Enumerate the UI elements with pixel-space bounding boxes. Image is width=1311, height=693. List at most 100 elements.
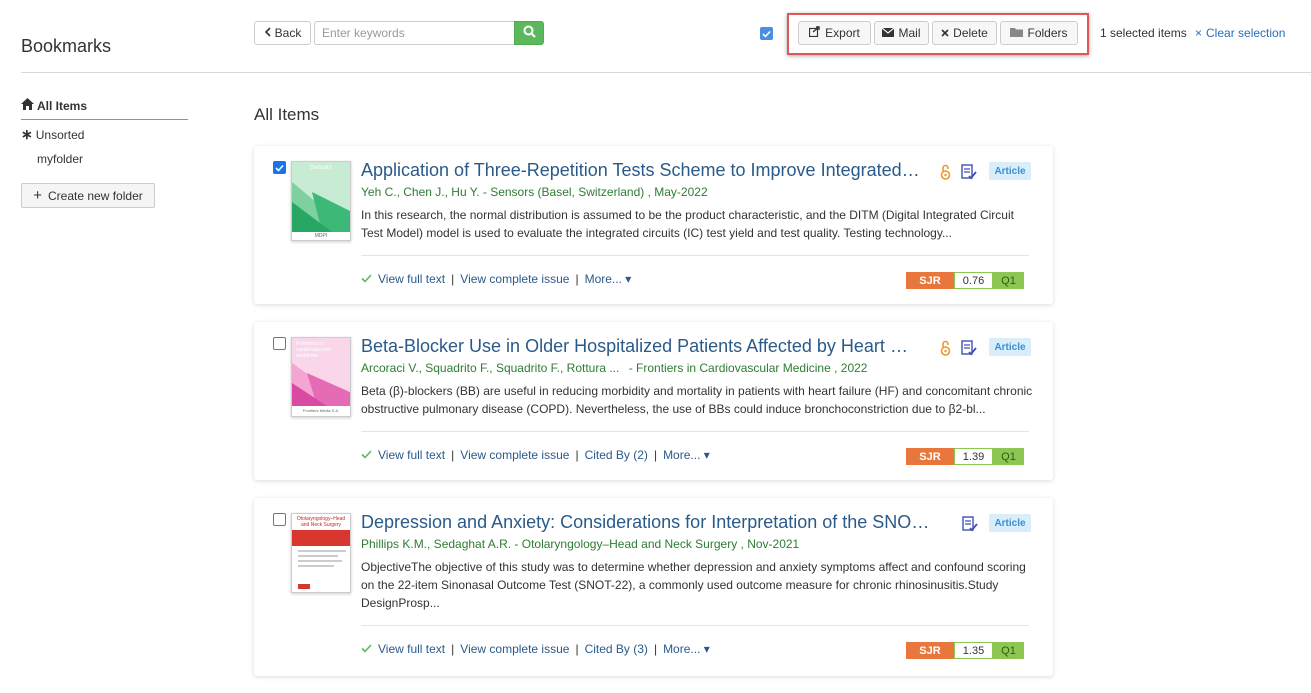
search-icon: [523, 25, 536, 41]
page-title: Bookmarks: [21, 36, 112, 56]
search-button[interactable]: [514, 21, 544, 45]
article-title[interactable]: Application of Three-Repetition Tests Sc…: [361, 160, 921, 181]
article-type-badge: Article: [989, 514, 1031, 532]
clear-selection-label: Clear selection: [1206, 26, 1286, 40]
view-full-text-link[interactable]: View full text: [378, 272, 445, 286]
view-complete-issue-link[interactable]: View complete issue: [460, 642, 569, 656]
separator: |: [575, 642, 579, 656]
mail-label: Mail: [898, 26, 921, 40]
close-icon: [941, 26, 949, 40]
article-checkbox[interactable]: [273, 513, 286, 526]
create-folder-button[interactable]: + Create new folder: [21, 183, 155, 208]
annotate-icon[interactable]: [961, 164, 977, 183]
create-folder-label: Create new folder: [48, 188, 143, 203]
sjr-metric: SJR 0.76 Q1: [906, 272, 1024, 289]
sjr-label: SJR: [906, 448, 954, 465]
quartile: Q1: [993, 448, 1024, 465]
export-label: Export: [825, 26, 860, 40]
journal-cover[interactable]: Otolaryngology–Head and Neck Surgery: [291, 513, 351, 593]
article-card: Sensors MDPI Application of Three-Repeti…: [254, 146, 1053, 304]
export-button[interactable]: Export: [798, 21, 871, 45]
article-journal: - Frontiers in Cardiovascular Medicine ,…: [628, 361, 868, 375]
clear-selection-link[interactable]: × Clear selection: [1195, 26, 1285, 40]
cited-by-link[interactable]: Cited By (3): [585, 642, 648, 656]
view-full-text-link[interactable]: View full text: [378, 448, 445, 462]
more-dropdown[interactable]: More... ▾: [663, 448, 710, 462]
sidebar-item-label: myfolder: [37, 152, 84, 166]
journal-cover[interactable]: Sensors MDPI: [291, 161, 351, 241]
folders-button[interactable]: Folders: [1000, 21, 1078, 45]
header-divider: [21, 72, 1311, 73]
chevron-left-icon: [264, 26, 271, 40]
annotate-icon[interactable]: [962, 516, 978, 535]
cover-title: Sensors: [309, 165, 332, 171]
select-all-checkbox[interactable]: [760, 27, 773, 40]
section-title: All Items: [254, 105, 320, 124]
sjr-metric: SJR 1.39 Q1: [906, 448, 1024, 465]
separator: |: [653, 448, 658, 462]
article-authors: Phillips K.M., Sedaghat A.R. - Otolaryng…: [361, 537, 800, 551]
separator: |: [451, 272, 455, 286]
folders-label: Folders: [1027, 26, 1068, 40]
sidebar-item-unsorted[interactable]: ∗ Unsorted: [21, 126, 84, 143]
sjr-value: 1.35: [954, 642, 993, 659]
plus-icon: +: [33, 187, 43, 204]
sjr-label: SJR: [906, 272, 954, 289]
separator: |: [575, 272, 579, 286]
delete-button[interactable]: Delete: [932, 21, 997, 45]
open-access-icon: [940, 340, 951, 359]
view-complete-issue-link[interactable]: View complete issue: [460, 448, 569, 462]
cover-title: Frontiers in cardiovascular medicine: [296, 341, 332, 359]
share-icon: [809, 26, 821, 40]
check-icon: [361, 448, 372, 462]
article-type-badge: Article: [989, 338, 1031, 356]
more-dropdown[interactable]: More... ▾: [663, 642, 710, 656]
more-dropdown[interactable]: More... ▾: [585, 272, 632, 286]
cited-by-link[interactable]: Cited By (2): [585, 448, 648, 462]
check-icon: [361, 642, 372, 656]
mail-button[interactable]: Mail: [874, 21, 929, 45]
article-abstract: In this research, the normal distributio…: [361, 208, 1014, 240]
article-type-badge: Article: [989, 162, 1031, 180]
view-complete-issue-link[interactable]: View complete issue: [460, 272, 569, 286]
article-checkbox[interactable]: [273, 337, 286, 350]
home-icon: [21, 98, 34, 113]
article-card: Otolaryngology–Head and Neck Surgery Dep…: [254, 498, 1053, 676]
sidebar-item-myfolder[interactable]: myfolder: [37, 152, 83, 166]
back-button[interactable]: Back: [254, 21, 311, 45]
article-checkbox[interactable]: [273, 161, 286, 174]
separator: |: [653, 642, 658, 656]
article-authors: Arcoraci V., Squadrito F., Squadrito F.,…: [361, 361, 620, 375]
sidebar-item-all-items[interactable]: All Items: [21, 98, 188, 120]
delete-label: Delete: [953, 26, 988, 40]
quartile: Q1: [993, 272, 1024, 289]
journal-cover[interactable]: Frontiers in cardiovascular medicine Fro…: [291, 337, 351, 417]
article-title[interactable]: Beta-Blocker Use in Older Hospitalized P…: [361, 336, 913, 357]
sjr-value: 1.39: [954, 448, 993, 465]
article-abstract: Beta (β)-blockers (BB) are useful in red…: [361, 384, 1033, 416]
card-divider: [361, 625, 1029, 626]
cover-footer: MDPI: [314, 233, 328, 239]
card-divider: [361, 431, 1029, 432]
article-abstract: ObjectiveThe objective of this study was…: [361, 560, 1026, 610]
close-icon: ×: [1195, 26, 1203, 40]
separator: |: [575, 448, 579, 462]
quartile: Q1: [993, 642, 1024, 659]
separator: |: [451, 448, 455, 462]
article-authors: Yeh C., Chen J., Hu Y. - Sensors (Basel,…: [361, 185, 708, 199]
separator: |: [451, 642, 455, 656]
card-divider: [361, 255, 1029, 256]
search-input[interactable]: [314, 21, 514, 45]
sjr-metric: SJR 1.35 Q1: [906, 642, 1024, 659]
asterisk-icon: ∗: [21, 126, 33, 142]
envelope-icon: [882, 26, 895, 40]
sjr-value: 0.76: [954, 272, 993, 289]
cover-footer: Frontiers Media S.A.: [302, 408, 340, 413]
cover-title: Otolaryngology–Head and Neck Surgery: [296, 516, 346, 528]
view-full-text-link[interactable]: View full text: [378, 642, 445, 656]
open-access-icon: [940, 164, 951, 183]
annotate-icon[interactable]: [961, 340, 977, 359]
check-icon: [361, 272, 372, 286]
sjr-label: SJR: [906, 642, 954, 659]
article-title[interactable]: Depression and Anxiety: Considerations f…: [361, 512, 931, 533]
